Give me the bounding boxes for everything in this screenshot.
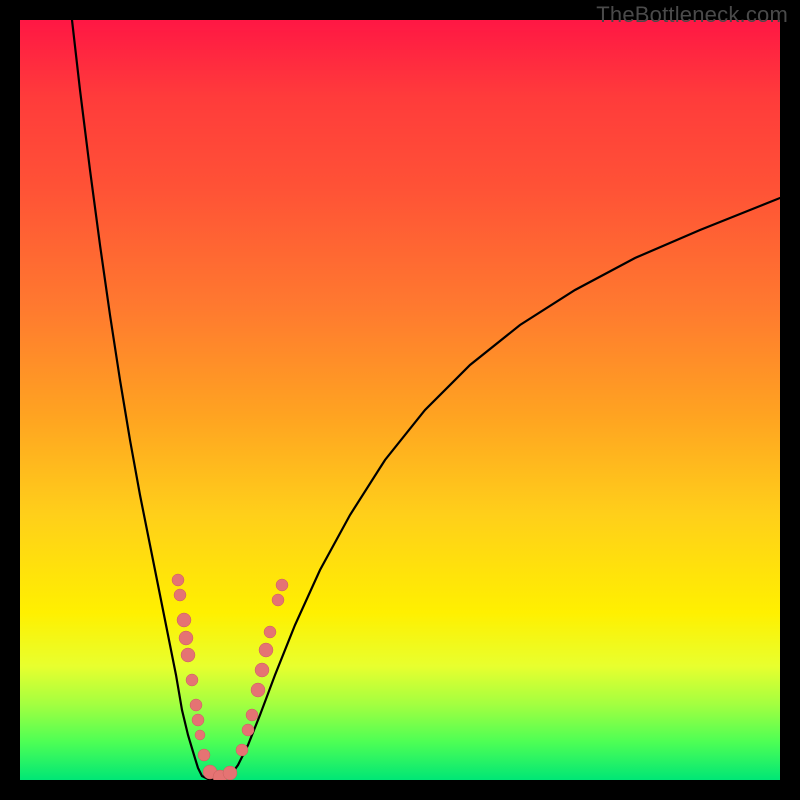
marker-dot <box>198 749 210 761</box>
marker-dot <box>186 674 198 686</box>
marker-dot <box>179 631 193 645</box>
marker-dot <box>276 579 288 591</box>
marker-dot <box>272 594 284 606</box>
marker-dot <box>255 663 269 677</box>
marker-dot <box>181 648 195 662</box>
marker-dot <box>192 714 204 726</box>
marker-dot <box>242 724 254 736</box>
marker-dot <box>259 643 273 657</box>
marker-dot <box>264 626 276 638</box>
marker-dot <box>246 709 258 721</box>
bottleneck-curve <box>72 20 780 780</box>
plot-area <box>20 20 780 780</box>
marker-dot <box>251 683 265 697</box>
marker-dot <box>195 730 205 740</box>
marker-dot <box>172 574 184 586</box>
chart-frame: TheBottleneck.com <box>0 0 800 800</box>
marker-dot <box>190 699 202 711</box>
curve-markers <box>172 574 288 780</box>
marker-dot <box>223 766 237 780</box>
curve-svg <box>20 20 780 780</box>
watermark-text: TheBottleneck.com <box>596 2 788 28</box>
marker-dot <box>236 744 248 756</box>
marker-dot <box>174 589 186 601</box>
marker-dot <box>177 613 191 627</box>
